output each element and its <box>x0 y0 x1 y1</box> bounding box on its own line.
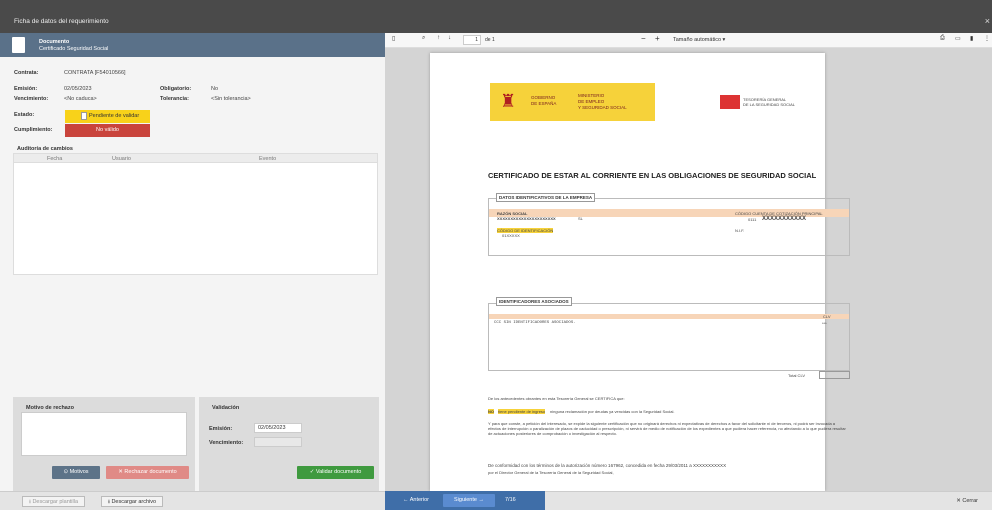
estado-label: Estado: <box>14 112 35 118</box>
bookmark-icon[interactable]: ▮ <box>970 35 973 42</box>
page-count: de 1 <box>485 37 495 43</box>
contrata-value: CONTRATA [F54010566] <box>64 70 126 76</box>
page-input[interactable]: 1 <box>463 35 481 45</box>
nif-label: N.I.F. <box>735 228 745 233</box>
close-icon[interactable]: × <box>985 16 990 26</box>
sl-value: SL <box>578 216 583 221</box>
val-emision-input[interactable]: 02/05/2023 <box>254 423 302 433</box>
val-vencimiento-label: Vencimiento: <box>209 440 244 446</box>
arrow-right-icon: → <box>476 497 484 503</box>
empresa-box <box>488 198 850 256</box>
cumplimiento-label: Cumplimiento: <box>14 127 53 133</box>
emision-value: 02/05/2023 <box>64 86 92 92</box>
ccc-value: XXXXXXXXXXX <box>762 216 807 222</box>
siguiente-button[interactable]: Siguiente → <box>443 494 495 507</box>
obligatorio-value: No <box>211 86 219 92</box>
record-position: 7/16 <box>505 497 516 503</box>
estado-badge: Pendiente de validar <box>65 110 150 123</box>
p2a: tiene pendiente de ingreso <box>498 409 546 414</box>
window-titlebar: Ficha de datos del requerimiento × <box>0 0 992 33</box>
document-name: Certificado Seguridad Social <box>39 46 109 52</box>
ident-value: 01XXXXX <box>502 233 520 238</box>
viewer-toolbar: ▯ ⌕ ↑ ↓ 1 de 1 − + Tamaño automático ▾ ⎙… <box>385 33 992 48</box>
identificadores-box <box>488 303 850 371</box>
estado-value: Pendiente de validar <box>89 113 140 119</box>
total-clv: Total CLV <box>788 373 806 378</box>
p1: De los antecedentes obrantes en esta Tes… <box>488 396 625 401</box>
contrata-label: Contrata: <box>14 70 39 76</box>
p4: De conformidad con los términos de la au… <box>488 463 727 468</box>
motivo-title: Motivo de rechazo <box>26 405 74 411</box>
arrow-up-icon[interactable]: ↑ <box>437 35 440 41</box>
tgss-l2: DE LA SEGURIDAD SOCIAL <box>743 102 796 107</box>
ccc-code: 0111 <box>748 217 757 222</box>
pdf-heading: CERTIFICADO DE ESTAR AL CORRIENTE EN LAS… <box>488 171 817 180</box>
tolerancia-value: <Sin tolerancia> <box>211 96 251 102</box>
motivo-textarea[interactable] <box>21 412 187 456</box>
vencimiento-label: Vencimiento: <box>14 96 49 102</box>
rechazar-button[interactable]: ✕ Rechazar documento <box>106 466 189 479</box>
audit-table: Fecha Usuario Evento <box>13 153 378 275</box>
cumplimiento-badge: No válido <box>65 124 150 137</box>
obligatorio-label: Obligatorio: <box>160 86 192 92</box>
zoom-select[interactable]: Tamaño automático ▾ <box>670 35 752 45</box>
crest-icon: ♜ <box>500 91 517 111</box>
descargar-plantilla-button[interactable]: ⭳ Descargar plantilla <box>22 496 86 507</box>
p2b: ninguna reclamación por deudas ya vencid… <box>550 409 675 414</box>
validar-button[interactable]: ✓ Validar documento <box>297 466 374 479</box>
emision-label: Emisión: <box>14 86 38 92</box>
col-evento[interactable]: Evento <box>259 156 276 162</box>
min-l1: MINISTERIO <box>578 93 605 98</box>
more-icon[interactable]: ⋮ <box>984 35 990 42</box>
p5: por el Director General de la Tesorería … <box>488 470 614 475</box>
col-fecha[interactable]: Fecha <box>47 156 62 162</box>
vencimiento-value: <No caduca> <box>64 96 97 102</box>
anterior-button[interactable]: ← Anterior <box>395 494 437 507</box>
document-header: Documento Certificado Seguridad Social <box>0 33 385 57</box>
clv-stars: *** <box>822 321 827 326</box>
pdf-page: ♜ GOBIERNO DE ESPAÑA MINISTERIO DE EMPLE… <box>430 53 850 491</box>
no-label: NO <box>488 409 494 414</box>
tolerancia-label: Tolerancia: <box>160 96 189 102</box>
print-icon[interactable]: ⎙ <box>940 35 945 42</box>
document-icon <box>12 37 25 53</box>
motivos-button[interactable]: ⊙ Motivos <box>52 466 100 479</box>
search-icon[interactable]: ⌕ <box>422 35 425 42</box>
navigation-bar: ← Anterior Siguiente → 7/16 <box>385 491 545 510</box>
document-label: Documento <box>39 39 70 45</box>
window-title: Ficha de datos del requerimiento <box>14 18 109 25</box>
descargar-archivo-button[interactable]: ⭳ Descargar archivo <box>101 496 164 507</box>
gobierno-l1: GOBIERNO <box>531 95 556 100</box>
gobierno-banner: ♜ GOBIERNO DE ESPAÑA MINISTERIO DE EMPLE… <box>490 83 655 121</box>
datos-title: DATOS IDENTIFICATIVOS DE LA EMPRESA <box>496 193 596 202</box>
page-icon <box>81 112 87 120</box>
sidebar-toggle-icon[interactable]: ▯ <box>392 35 395 42</box>
clv-label: CLV <box>823 314 831 319</box>
ccc-row: CCC SIN IDENTIFICADORES ASOCIADOS. <box>494 321 576 325</box>
cerrar-button[interactable]: ✕ Cerrar <box>950 496 984 507</box>
min-l3: Y SEGURIDAD SOCIAL <box>578 105 627 110</box>
arrow-left-icon: ← <box>403 497 410 503</box>
val-vencimiento-input[interactable] <box>254 437 302 447</box>
arrow-down-icon[interactable]: ↓ <box>448 35 451 41</box>
min-l2: DE EMPLEO <box>578 99 605 104</box>
audit-header: Fecha Usuario Evento <box>14 154 377 163</box>
audit-title: Auditoría de cambios <box>17 146 73 152</box>
gobierno-l2: DE ESPAÑA <box>531 101 557 106</box>
razon-value: XXXXXXXXXXXXXXXXXXXXXX <box>497 216 556 221</box>
save-icon[interactable]: ▭ <box>955 35 961 42</box>
val-emision-label: Emisión: <box>209 426 233 432</box>
validacion-title: Validación <box>212 405 240 411</box>
p3: Y para que conste, a petición del intere… <box>488 421 846 436</box>
tgss-logo <box>720 95 740 109</box>
pdf-viewer: ▯ ⌕ ↑ ↓ 1 de 1 − + Tamaño automático ▾ ⎙… <box>385 33 992 491</box>
zoom-out-icon[interactable]: − <box>641 34 646 43</box>
zoom-in-icon[interactable]: + <box>655 34 660 43</box>
col-usuario[interactable]: Usuario <box>112 156 131 162</box>
identificadores-title: IDENTIFICADORES ASOCIADOS <box>496 297 572 306</box>
